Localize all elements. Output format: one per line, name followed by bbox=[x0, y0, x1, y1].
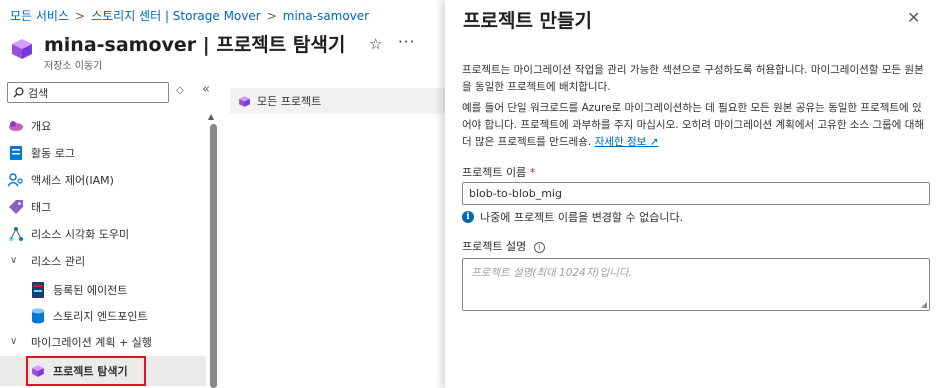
project-description-input[interactable]: 프로젝트 설명(최대 1024자)입니다. ◢ bbox=[462, 258, 930, 311]
sidebar-group-label: 리소스 관리 bbox=[31, 254, 86, 268]
breadcrumb-resource[interactable]: mina-samover bbox=[283, 9, 369, 23]
project-description-placeholder: 프로젝트 설명(최대 1024자)입니다. bbox=[471, 267, 632, 279]
sidebar-item-registered-agents[interactable]: 등록된 에이전트 bbox=[0, 276, 206, 303]
agent-icon bbox=[30, 281, 46, 298]
overview-icon bbox=[8, 118, 24, 134]
all-projects-row[interactable]: 모든 프로젝트 bbox=[230, 88, 445, 114]
resize-grip-icon[interactable]: ◢ bbox=[921, 300, 927, 309]
breadcrumb: 모든 서비스 > 스토리지 센터 | Storage Mover > mina-samo… bbox=[10, 7, 369, 24]
info-icon: i bbox=[462, 211, 474, 223]
chevron-down-icon: ∨ bbox=[10, 255, 18, 266]
close-icon[interactable]: ✕ bbox=[907, 8, 920, 27]
sort-icon[interactable]: ◇ bbox=[176, 85, 184, 96]
required-mark: * bbox=[529, 166, 536, 179]
storage-mover-icon bbox=[12, 39, 32, 59]
project-description-label: 프로젝트 설명 i bbox=[462, 238, 545, 254]
breadcrumb-all-services[interactable]: 모든 서비스 bbox=[10, 9, 69, 23]
sidebar-item-overview[interactable]: 개요 bbox=[0, 112, 206, 139]
sidebar-item-label: 리소스 시각화 도우미 bbox=[31, 227, 130, 241]
pane-description-2-text: 예를 들어 단일 워크로드를 Azure로 마이그레이션하는 데 필요한 모든 … bbox=[462, 102, 925, 148]
breadcrumb-separator: > bbox=[75, 9, 86, 23]
learn-more-link[interactable]: 자세한 정보 ↗ bbox=[595, 136, 659, 148]
search-icon bbox=[13, 87, 24, 98]
tag-icon bbox=[8, 199, 24, 215]
star-icon[interactable]: ☆ bbox=[369, 35, 382, 53]
search-placeholder: 검색 bbox=[28, 86, 49, 100]
sidebar-item-label: 등록된 에이전트 bbox=[53, 283, 128, 297]
iam-icon bbox=[8, 172, 24, 188]
sidebar-group-migration[interactable]: ∨ 마이그레이션 계획 + 실행 bbox=[0, 328, 206, 355]
project-name-label: 프로젝트 이름 * bbox=[462, 164, 535, 180]
breadcrumb-storage-center[interactable]: 스토리지 센터 | Storage Mover bbox=[91, 9, 261, 23]
sidebar-item-label: 개요 bbox=[31, 119, 52, 133]
external-link-icon: ↗ bbox=[649, 136, 659, 148]
create-project-pane: 프로젝트 만들기 ✕ 프로젝트는 마이그레이션 작업을 관리 가능한 섹션으로 … bbox=[445, 0, 940, 388]
project-name-info-text: 나중에 프로젝트 이름을 변경할 수 없습니다. bbox=[480, 211, 684, 224]
resource-visualizer-icon bbox=[8, 226, 24, 242]
all-projects-label: 모든 프로젝트 bbox=[257, 95, 322, 108]
chevron-down-icon: ∨ bbox=[10, 336, 18, 347]
project-name-input[interactable]: blob-to-blob_mig bbox=[462, 182, 930, 205]
sidebar-group-label: 마이그레이션 계획 + 실행 bbox=[31, 335, 152, 349]
project-name-label-text: 프로젝트 이름 bbox=[462, 166, 527, 179]
project-icon bbox=[238, 95, 251, 108]
sidebar-item-label: 활동 로그 bbox=[31, 146, 75, 160]
sidebar-item-storage-endpoints[interactable]: 스토리지 엔드포인트 bbox=[0, 302, 206, 329]
resource-type-label: 저장소 이동기 bbox=[44, 61, 103, 72]
pane-description-1: 프로젝트는 마이그레이션 작업을 관리 가능한 섹션으로 구성하도록 허용합니다… bbox=[462, 64, 924, 93]
sidebar-item-label: 액세스 제어(IAM) bbox=[31, 173, 114, 187]
scrollbar-thumb[interactable] bbox=[210, 124, 217, 388]
sidebar-item-tags[interactable]: 태그 bbox=[0, 193, 206, 220]
scroll-up-icon[interactable]: ▲ bbox=[208, 112, 214, 121]
activity-log-icon bbox=[8, 145, 24, 161]
breadcrumb-separator: > bbox=[266, 9, 277, 23]
sidebar-item-label: 태그 bbox=[31, 200, 52, 214]
highlight-box bbox=[26, 356, 146, 386]
pane-description-2: 예를 들어 단일 워크로드를 Azure로 마이그레이션하는 데 필요한 모든 … bbox=[462, 100, 930, 151]
sidebar-item-label: 스토리지 엔드포인트 bbox=[53, 309, 148, 323]
collapse-menu-icon[interactable]: « bbox=[202, 82, 210, 97]
learn-more-label: 자세한 정보 bbox=[594, 136, 647, 148]
sidebar-item-iam[interactable]: 액세스 제어(IAM) bbox=[0, 166, 206, 193]
page-title: mina-samover | 프로젝트 탐색기 bbox=[44, 34, 346, 56]
pane-title: 프로젝트 만들기 bbox=[463, 10, 592, 32]
sidebar-group-resource-management[interactable]: ∨ 리소스 관리 bbox=[0, 247, 206, 274]
info-tooltip-icon[interactable]: i bbox=[533, 242, 545, 253]
project-name-info: i 나중에 프로젝트 이름을 변경할 수 없습니다. bbox=[462, 209, 683, 225]
sidebar-item-activity-log[interactable]: 활동 로그 bbox=[0, 139, 206, 166]
project-description-label-text: 프로젝트 설명 bbox=[462, 240, 527, 253]
sidebar-item-resource-visualizer[interactable]: 리소스 시각화 도우미 bbox=[0, 220, 206, 247]
more-options-button[interactable]: ··· bbox=[398, 33, 415, 51]
storage-endpoint-icon bbox=[30, 308, 46, 324]
search-input[interactable]: 검색 bbox=[7, 82, 169, 103]
